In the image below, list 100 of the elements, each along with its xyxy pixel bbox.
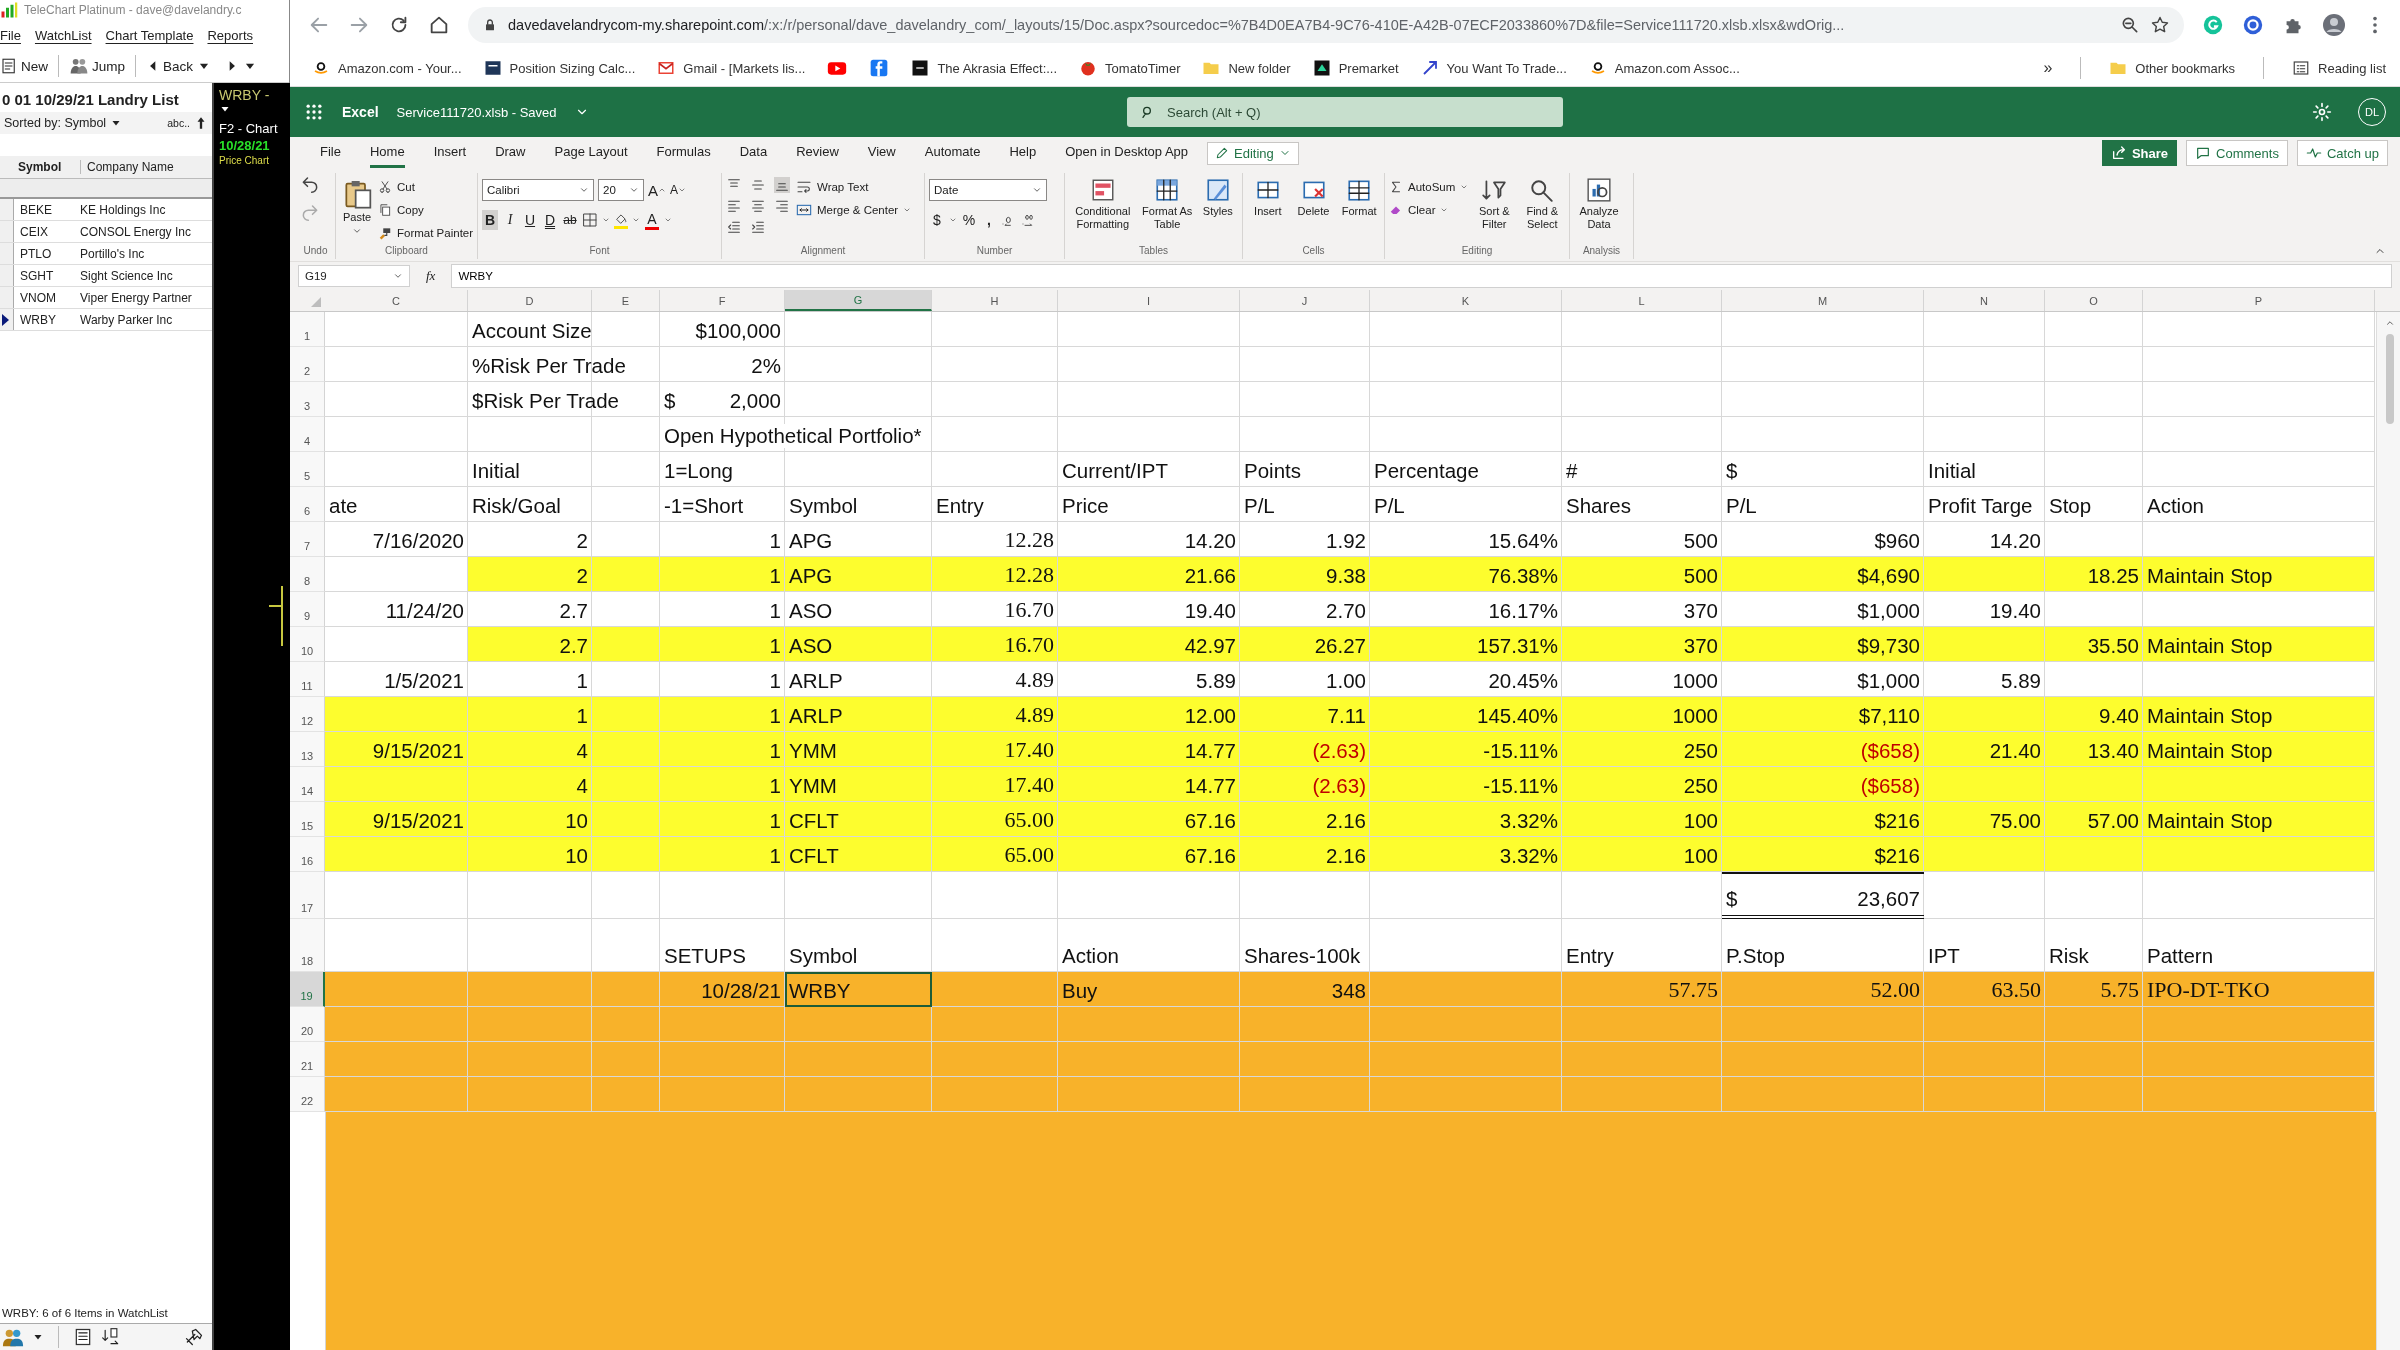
- home-icon[interactable]: [428, 14, 450, 36]
- double-underline-button[interactable]: D: [542, 210, 558, 230]
- row-number[interactable]: 9: [290, 592, 325, 627]
- column-header[interactable]: N: [1924, 290, 2045, 311]
- bookmark-link[interactable]: Amazon.com - Your...: [312, 59, 462, 77]
- bookmark-link[interactable]: TomatoTimer: [1079, 59, 1181, 77]
- italic-button[interactable]: I: [502, 210, 518, 230]
- comments-button[interactable]: Comments: [2186, 140, 2288, 166]
- ribbon-tab[interactable]: Insert: [433, 138, 467, 168]
- scroll-up-icon[interactable]: [2384, 318, 2395, 328]
- row-number[interactable]: 19: [290, 972, 325, 1007]
- copy-button[interactable]: Copy: [378, 200, 474, 220]
- bookmark-link[interactable]: The Akrasia Effect:...: [911, 59, 1058, 77]
- app-launcher-icon[interactable]: [304, 102, 324, 122]
- bookmark-link[interactable]: Other bookmarks: [2109, 59, 2236, 77]
- align-bottom-icon[interactable]: [774, 177, 790, 193]
- chevron-down-icon[interactable]: [664, 216, 672, 224]
- row-number[interactable]: 22: [290, 1077, 325, 1112]
- row-number[interactable]: 7: [290, 522, 325, 557]
- number-format-dropdown[interactable]: Date: [929, 179, 1047, 201]
- comma-style-button[interactable]: ,: [981, 210, 997, 230]
- bookmark-link[interactable]: Amazon.com Assoc...: [1588, 59, 1740, 77]
- row-number[interactable]: 6: [290, 487, 325, 522]
- align-middle-icon[interactable]: [750, 177, 766, 193]
- chevron-down-icon[interactable]: [949, 216, 957, 224]
- font-dropdown[interactable]: Calibri: [482, 179, 594, 201]
- analyze-data-button[interactable]: Analyze Data: [1574, 173, 1624, 231]
- row-number[interactable]: 18: [290, 919, 325, 972]
- column-header[interactable]: J: [1240, 290, 1370, 311]
- column-header[interactable]: M: [1722, 290, 1924, 311]
- column-header[interactable]: Symbol: [14, 160, 81, 174]
- avatar[interactable]: [2322, 13, 2346, 37]
- ribbon-tab[interactable]: Data: [739, 138, 768, 168]
- menu-item[interactable]: Chart Template: [105, 27, 194, 43]
- find-select-button[interactable]: Find & Select: [1520, 173, 1565, 231]
- app-name[interactable]: Excel: [342, 104, 379, 120]
- star-icon[interactable]: [2150, 15, 2170, 35]
- column-header[interactable]: K: [1370, 290, 1562, 311]
- row-number[interactable]: 4: [290, 417, 325, 452]
- align-right-icon[interactable]: [774, 198, 790, 214]
- format-as-table-button[interactable]: Format As Table: [1140, 173, 1194, 231]
- column-header[interactable]: D: [468, 290, 592, 311]
- row-number[interactable]: 1: [290, 312, 325, 347]
- percent-button[interactable]: %: [961, 210, 977, 230]
- ribbon-tab[interactable]: Review: [796, 138, 839, 168]
- row-number[interactable]: 17: [290, 872, 325, 919]
- sort-filter-button[interactable]: Sort & Filter: [1472, 173, 1517, 231]
- column-header[interactable]: C: [325, 290, 468, 311]
- sort-selector[interactable]: Sorted by: Symbol: [4, 116, 107, 130]
- formula-field[interactable]: WRBY: [451, 264, 2392, 288]
- ribbon-tab[interactable]: Automate: [924, 138, 981, 168]
- cut-button[interactable]: Cut: [378, 177, 474, 197]
- insert-button[interactable]: Insert: [1247, 173, 1289, 218]
- ribbon-tab[interactable]: View: [867, 138, 896, 168]
- wrap-text-button[interactable]: Wrap Text: [796, 177, 912, 197]
- column-header[interactable]: Company Name: [81, 160, 174, 174]
- column-header[interactable]: G: [785, 290, 932, 311]
- column-header[interactable]: P: [2143, 290, 2375, 311]
- row-number[interactable]: 21: [290, 1042, 325, 1077]
- row-number[interactable]: 13: [290, 732, 325, 767]
- align-left-icon[interactable]: [726, 198, 742, 214]
- row-number[interactable]: 5: [290, 452, 325, 487]
- row-number[interactable]: 16: [290, 837, 325, 872]
- merge-center-button[interactable]: Merge & Center: [796, 200, 912, 220]
- column-header[interactable]: E: [592, 290, 660, 311]
- column-header[interactable]: L: [1562, 290, 1722, 311]
- file-name[interactable]: Service111720.xlsb - Saved: [396, 104, 557, 120]
- settings-icon[interactable]: [2312, 102, 2332, 122]
- back-button[interactable]: Back: [146, 58, 194, 74]
- vertical-scrollbar[interactable]: [2376, 312, 2400, 1350]
- row-number[interactable]: 10: [290, 627, 325, 662]
- strikethrough-button[interactable]: ab: [562, 210, 578, 230]
- shrink-font-button[interactable]: A: [670, 180, 687, 200]
- bookmark-link[interactable]: You Want To Trade...: [1420, 59, 1567, 77]
- grow-font-button[interactable]: A: [648, 180, 666, 200]
- row-number[interactable]: 2: [290, 347, 325, 382]
- conditional-formatting-button[interactable]: Conditional Formatting: [1069, 173, 1137, 231]
- document-icon[interactable]: [73, 1327, 93, 1347]
- reading-list-button[interactable]: Reading list: [2292, 59, 2386, 77]
- square-logo-icon[interactable]: [869, 58, 890, 78]
- extension-icon[interactable]: [2242, 14, 2264, 36]
- row-number[interactable]: 3: [290, 382, 325, 417]
- ribbon-tab[interactable]: Help: [1009, 138, 1037, 168]
- address-bar[interactable]: davedavelandrycom-my.sharepoint.com/:x:/r/personal/dave_davelandry_com/_layouts/15/Doc.aspx?sourcedoc=%7B4D0EA7B4-9C76-410E-A42B-07ECF2033860%7D&file=Service111720.xlsb.xlsx&wdOrig...: [468, 7, 2184, 43]
- decrease-indent-icon[interactable]: [726, 219, 742, 235]
- underline-button[interactable]: U: [522, 210, 538, 230]
- function-button[interactable]: fx: [420, 268, 442, 284]
- bookmark-link[interactable]: Gmail - [Markets lis...: [657, 59, 806, 77]
- more-bookmarks-button[interactable]: »: [2043, 59, 2053, 77]
- font-color-button[interactable]: A: [644, 210, 660, 230]
- autosum-button[interactable]: AutoSum: [1389, 177, 1469, 197]
- format-button[interactable]: Format: [1338, 173, 1380, 218]
- bookmark-link[interactable]: Position Sizing Calc...: [483, 59, 636, 77]
- delete-button[interactable]: Delete: [1292, 173, 1335, 218]
- scrollbar-thumb[interactable]: [2385, 334, 2394, 424]
- bookmark-link[interactable]: Premarket: [1312, 59, 1399, 77]
- column-header[interactable]: H: [932, 290, 1058, 311]
- menu-item[interactable]: File: [0, 27, 21, 43]
- column-header[interactable]: I: [1058, 290, 1240, 311]
- font-size-dropdown[interactable]: 20: [598, 179, 644, 201]
